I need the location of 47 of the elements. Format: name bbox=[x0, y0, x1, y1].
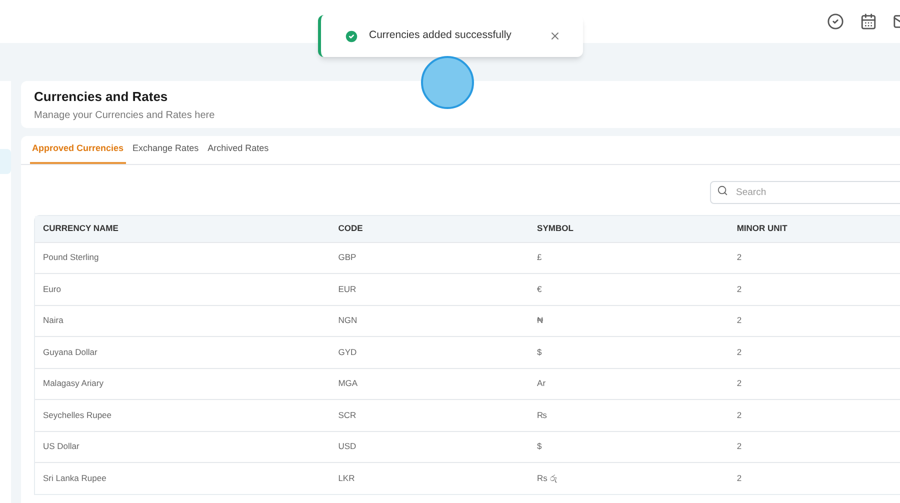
table-cell-text: Ar bbox=[536, 377, 547, 390]
table-cell-text: Sri Lanka Rupee bbox=[42, 472, 108, 485]
table-cell-text: SCR bbox=[337, 408, 358, 422]
table-cell-text: MGA bbox=[337, 377, 359, 390]
column-header: CODE bbox=[337, 222, 364, 235]
table-cell-text: $ bbox=[536, 440, 543, 454]
calendar-icon[interactable] bbox=[860, 13, 877, 30]
tab[interactable]: Archived Rates bbox=[206, 142, 271, 164]
table-cell-text: 2 bbox=[736, 408, 743, 422]
table-cell-text: 2 bbox=[736, 440, 743, 454]
table-cell-text: GYD bbox=[337, 346, 358, 359]
search-icon bbox=[717, 184, 728, 196]
table-cell-text: 2 bbox=[736, 472, 743, 485]
page-subtitle: Manage your Currencies and Rates here bbox=[34, 109, 216, 123]
search-field[interactable]: Search bbox=[710, 180, 900, 204]
table-cell-text: 2 bbox=[736, 346, 743, 359]
table-cell-text: 2 bbox=[736, 314, 743, 328]
toast-message: Currencies added successfully bbox=[369, 28, 512, 44]
table-cell-text: EUR bbox=[337, 282, 358, 296]
table-cell-text: £ bbox=[536, 251, 543, 264]
table-cell-text: Rs රු bbox=[536, 472, 559, 485]
table-cell-text: GBP bbox=[337, 251, 358, 264]
page-title: Currencies and Rates bbox=[34, 89, 169, 105]
table-cell-text: ₨ bbox=[536, 408, 548, 422]
column-header: SYMBOL bbox=[536, 222, 574, 235]
table-cell-text: Euro bbox=[42, 282, 62, 296]
table-cell-text: US Dollar bbox=[42, 440, 80, 454]
table-cell-text: ₦ bbox=[536, 314, 544, 328]
table-cell-text: € bbox=[536, 282, 543, 296]
tab[interactable]: Exchange Rates bbox=[130, 142, 201, 164]
table-cell-text: 2 bbox=[736, 282, 743, 296]
table-cell-text: Pound Sterling bbox=[42, 251, 100, 264]
table-cell-text: 2 bbox=[736, 251, 743, 264]
table-cell-text: NGN bbox=[337, 314, 358, 328]
table-cell-text: LKR bbox=[337, 472, 356, 485]
table-cell-text: Seychelles Rupee bbox=[42, 408, 113, 422]
column-header: MINOR UNIT bbox=[736, 222, 788, 235]
table-cell-text: USD bbox=[337, 440, 358, 454]
close-icon[interactable] bbox=[549, 30, 561, 42]
check-circle-icon[interactable] bbox=[827, 13, 844, 30]
table-cell-text: $ bbox=[536, 346, 543, 359]
table-cell-text: 2 bbox=[736, 377, 743, 390]
success-icon bbox=[344, 28, 359, 44]
table-cell-text: Malagasy Ariary bbox=[42, 377, 104, 390]
table-cell-text: Guyana Dollar bbox=[42, 346, 98, 359]
column-header: CURRENCY NAME bbox=[42, 222, 120, 235]
table-cell-text: Naira bbox=[42, 314, 64, 328]
